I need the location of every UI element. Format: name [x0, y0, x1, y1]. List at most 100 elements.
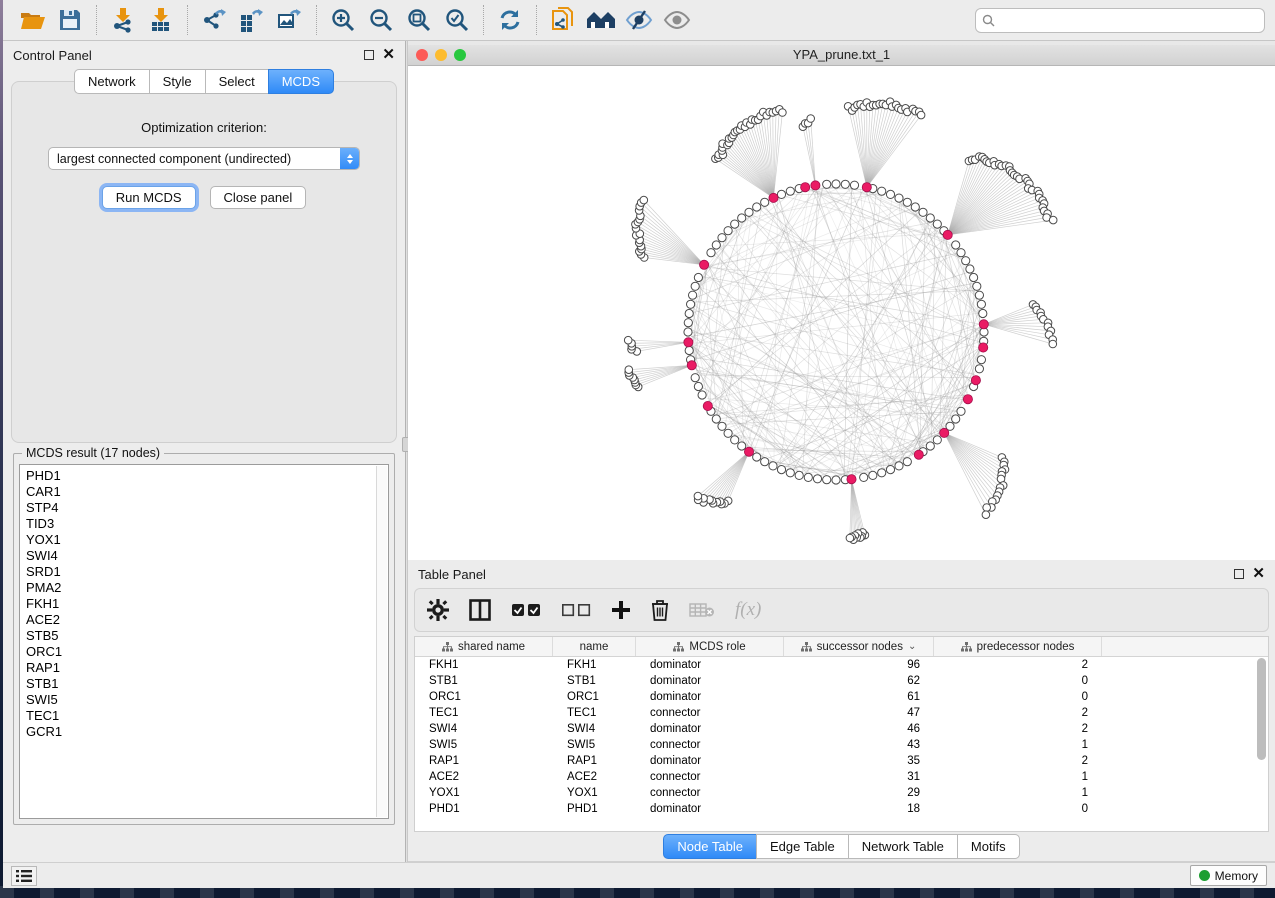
cell-successor-nodes[interactable]: 18: [784, 803, 934, 815]
network-window-titlebar[interactable]: YPA_prune.txt_1: [408, 45, 1275, 66]
cell-predecessor-nodes[interactable]: 0: [934, 675, 1102, 687]
cell-successor-nodes[interactable]: 29: [784, 787, 934, 799]
float-table-panel-icon[interactable]: [1234, 569, 1244, 579]
column-header-predecessor-nodes[interactable]: predecessor nodes: [934, 637, 1102, 656]
mcds-result-item[interactable]: ACE2: [26, 612, 388, 628]
add-row-icon[interactable]: [611, 600, 631, 620]
sort-chevron-icon[interactable]: ⌄: [908, 641, 916, 652]
network-graph[interactable]: [408, 66, 1274, 559]
cell-name[interactable]: YOX1: [553, 787, 636, 799]
cell-name[interactable]: ORC1: [553, 691, 636, 703]
cell-name[interactable]: SWI5: [553, 739, 636, 751]
column-header-successor-nodes[interactable]: successor nodes⌄: [784, 637, 934, 656]
mcds-result-item[interactable]: RAP1: [26, 660, 388, 676]
import-network-icon[interactable]: [104, 4, 142, 36]
table-row[interactable]: STB1STB1dominator620: [415, 673, 1268, 689]
mcds-result-item[interactable]: FKH1: [26, 596, 388, 612]
mcds-result-item[interactable]: GCR1: [26, 724, 388, 740]
column-header-name[interactable]: name: [553, 637, 636, 656]
optimization-criterion-select[interactable]: largest connected component (undirected): [48, 147, 360, 170]
mcds-result-item[interactable]: STB5: [26, 628, 388, 644]
import-table-icon[interactable]: [142, 4, 180, 36]
search-input[interactable]: [995, 13, 1258, 27]
cell-shared-name[interactable]: YOX1: [415, 787, 553, 799]
mcds-result-item[interactable]: TID3: [26, 516, 388, 532]
column-header-shared-name[interactable]: shared name: [415, 637, 553, 656]
cell-predecessor-nodes[interactable]: 0: [934, 803, 1102, 815]
mcds-list-scrollbar[interactable]: [376, 466, 387, 817]
tab-select[interactable]: Select: [205, 69, 268, 94]
cell-shared-name[interactable]: RAP1: [415, 755, 553, 767]
table-row[interactable]: SWI4SWI4dominator462: [415, 721, 1268, 737]
save-session-icon[interactable]: [51, 4, 89, 36]
table-row[interactable]: YOX1YOX1connector291: [415, 785, 1268, 801]
cell-successor-nodes[interactable]: 35: [784, 755, 934, 767]
cell-shared-name[interactable]: STB1: [415, 675, 553, 687]
close-table-panel-icon[interactable]: ✕: [1252, 569, 1265, 579]
cell-MCDS-role[interactable]: connector: [636, 739, 784, 751]
cell-shared-name[interactable]: SWI5: [415, 739, 553, 751]
cell-MCDS-role[interactable]: dominator: [636, 755, 784, 767]
zoom-selected-icon[interactable]: [438, 4, 476, 36]
unselect-all-icon[interactable]: [561, 602, 591, 618]
cell-name[interactable]: STB1: [553, 675, 636, 687]
tab-network-table[interactable]: Network Table: [848, 834, 957, 859]
close-panel-icon[interactable]: ✕: [382, 50, 395, 60]
mcds-result-item[interactable]: SWI4: [26, 548, 388, 564]
cell-shared-name[interactable]: PHD1: [415, 803, 553, 815]
cell-MCDS-role[interactable]: dominator: [636, 675, 784, 687]
show-all-icon[interactable]: [658, 4, 696, 36]
mcds-result-item[interactable]: TEC1: [26, 708, 388, 724]
table-row[interactable]: TEC1TEC1connector472: [415, 705, 1268, 721]
cell-name[interactable]: SWI4: [553, 723, 636, 735]
show-panels-list-button[interactable]: [11, 866, 37, 886]
table-row[interactable]: ACE2ACE2connector311: [415, 769, 1268, 785]
cell-MCDS-role[interactable]: dominator: [636, 723, 784, 735]
table-row[interactable]: PHD1PHD1dominator180: [415, 801, 1268, 817]
first-neighbors-icon[interactable]: [582, 4, 620, 36]
mcds-result-item[interactable]: YOX1: [26, 532, 388, 548]
mcds-result-item[interactable]: STP4: [26, 500, 388, 516]
table-scrollbar-thumb[interactable]: [1257, 658, 1266, 760]
tab-style[interactable]: Style: [149, 69, 205, 94]
refresh-layout-icon[interactable]: [491, 4, 529, 36]
export-network-icon[interactable]: [195, 4, 233, 36]
cell-predecessor-nodes[interactable]: 2: [934, 723, 1102, 735]
tab-mcds[interactable]: MCDS: [268, 69, 334, 94]
mcds-result-list[interactable]: PHD1CAR1STP4TID3YOX1SWI4SRD1PMA2FKH1ACE2…: [19, 464, 389, 819]
zoom-in-icon[interactable]: [324, 4, 362, 36]
cell-successor-nodes[interactable]: 62: [784, 675, 934, 687]
cell-predecessor-nodes[interactable]: 2: [934, 659, 1102, 671]
cell-predecessor-nodes[interactable]: 0: [934, 691, 1102, 703]
tab-motifs[interactable]: Motifs: [957, 834, 1020, 859]
cell-predecessor-nodes[interactable]: 1: [934, 739, 1102, 751]
mcds-result-item[interactable]: PMA2: [26, 580, 388, 596]
cell-MCDS-role[interactable]: dominator: [636, 659, 784, 671]
column-header-MCDS-role[interactable]: MCDS role: [636, 637, 784, 656]
tab-node-table[interactable]: Node Table: [663, 834, 756, 859]
mcds-result-item[interactable]: SRD1: [26, 564, 388, 580]
table-row[interactable]: RAP1RAP1dominator352: [415, 753, 1268, 769]
tab-edge-table[interactable]: Edge Table: [756, 834, 848, 859]
cell-MCDS-role[interactable]: dominator: [636, 691, 784, 703]
cell-predecessor-nodes[interactable]: 2: [934, 707, 1102, 719]
cell-name[interactable]: TEC1: [553, 707, 636, 719]
select-all-icon[interactable]: [511, 602, 541, 618]
table-row[interactable]: FKH1FKH1dominator962: [415, 657, 1268, 673]
mcds-result-item[interactable]: ORC1: [26, 644, 388, 660]
cell-successor-nodes[interactable]: 61: [784, 691, 934, 703]
cell-shared-name[interactable]: SWI4: [415, 723, 553, 735]
cell-successor-nodes[interactable]: 96: [784, 659, 934, 671]
cell-shared-name[interactable]: ACE2: [415, 771, 553, 783]
mcds-result-item[interactable]: CAR1: [26, 484, 388, 500]
run-mcds-button[interactable]: Run MCDS: [102, 186, 196, 209]
cell-successor-nodes[interactable]: 31: [784, 771, 934, 783]
cell-predecessor-nodes[interactable]: 1: [934, 771, 1102, 783]
memory-button[interactable]: Memory: [1190, 865, 1267, 886]
mcds-result-item[interactable]: SWI5: [26, 692, 388, 708]
cell-successor-nodes[interactable]: 47: [784, 707, 934, 719]
mcds-result-item[interactable]: STB1: [26, 676, 388, 692]
cell-name[interactable]: FKH1: [553, 659, 636, 671]
zoom-fit-icon[interactable]: [400, 4, 438, 36]
cell-name[interactable]: ACE2: [553, 771, 636, 783]
